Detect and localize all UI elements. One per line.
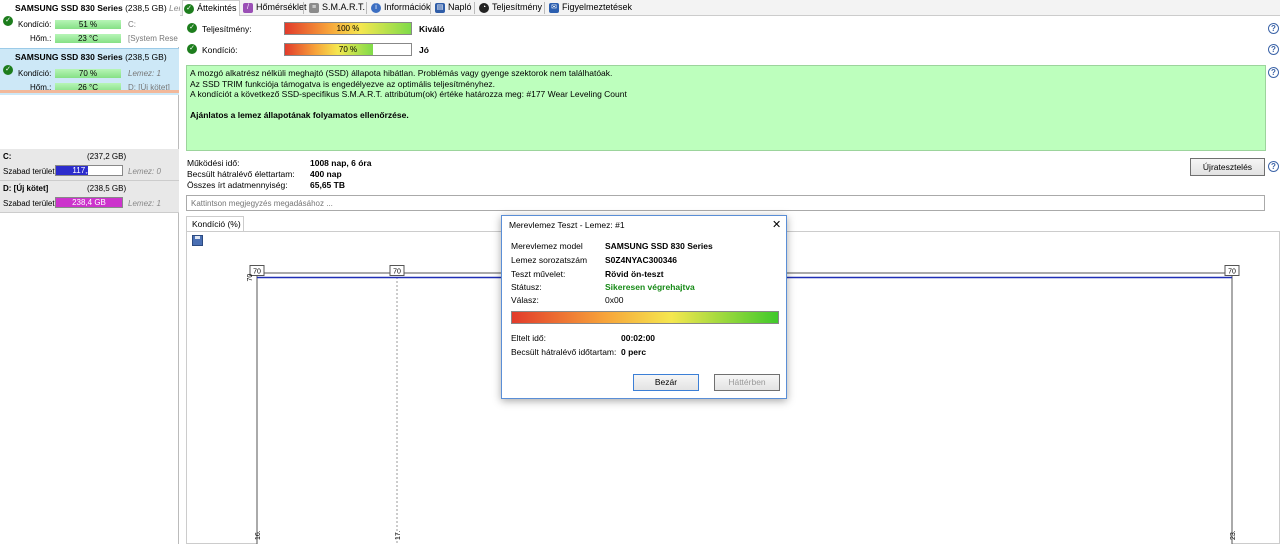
tab-warnings[interactable]: ✉ Figyelmeztetések — [548, 0, 632, 16]
info-line: Az SSD TRIM funkciója támogatva is enged… — [190, 78, 496, 89]
point-label: 70 — [393, 269, 401, 276]
note-input[interactable] — [186, 195, 1265, 211]
disk-panel: SAMSUNG SSD 830 Series (238,5 GB) Lemez … — [0, 0, 195, 544]
tab-condition-chart[interactable]: Kondíció (%) — [186, 216, 244, 232]
volume-capacity: (237,2 GB) — [87, 152, 127, 161]
condition-label: Kondíció: — [18, 20, 52, 29]
x-tick-label: 17. — [395, 530, 402, 540]
model-value: SAMSUNG SSD 830 Series — [605, 241, 713, 251]
volume-disk: Lemez: 0 — [128, 167, 161, 176]
disk-volume-note: [System Rese — [128, 34, 178, 43]
status-value: Sikeresen végrehajtva — [605, 282, 695, 292]
performance-label: Teljesítmény: — [202, 24, 252, 34]
written-label: Összes írt adatmennyiség: — [187, 180, 288, 190]
free-space-bar: 117,2 GB — [55, 165, 123, 176]
serial-label: Lemez sorozatszám — [511, 255, 588, 265]
lifetime-value: 400 nap — [310, 169, 342, 179]
recommendation: Ajánlatos a lemez állapotának folyamatos… — [190, 109, 409, 120]
tab-log[interactable]: ▤ Napló — [434, 0, 472, 16]
log-icon: ▤ — [435, 3, 445, 13]
thermometer-icon: / — [243, 3, 253, 13]
self-test-dialog: Merevlemez Teszt - Lemez: #1 ✕ Merevleme… — [501, 215, 787, 399]
disk-item-1[interactable]: SAMSUNG SSD 830 Series (238,5 GB) ✓ Kond… — [0, 48, 179, 95]
uptime-label: Működési idő: — [187, 158, 240, 168]
info-icon: i — [371, 3, 381, 13]
remaining-value: 0 perc — [621, 347, 647, 357]
volume-d[interactable]: D: [Új kötet] (238,5 GB) Szabad terület … — [0, 181, 179, 213]
volume-capacity: (238,5 GB) — [87, 184, 127, 193]
response-label: Válasz: — [511, 295, 539, 305]
elapsed-value: 00:02:00 — [621, 333, 656, 343]
disk-title: SAMSUNG SSD 830 Series (238,5 GB) — [15, 52, 167, 62]
free-space-label: Szabad terület — [3, 167, 55, 176]
free-space-bar: 238,4 GB — [55, 197, 123, 208]
disk-title: SAMSUNG SSD 830 Series (238,5 GB) Lemez — [15, 3, 195, 13]
background-button[interactable]: Háttérben — [714, 374, 780, 391]
written-value: 65,65 TB — [310, 180, 345, 190]
ok-check-icon: ✓ — [187, 23, 197, 33]
condition-bar: 70 % — [55, 69, 121, 78]
disk-volume-note: C: — [128, 20, 136, 29]
tab-bar: ✓ Áttekintés / Hőmérséklet ≡ S.M.A.R.T. i In… — [180, 0, 1280, 16]
elapsed-label: Eltelt idő: — [511, 333, 546, 343]
ok-check-icon: ✓ — [3, 16, 13, 26]
info-line: A mozgó alkatrész nélküli meghajtó (SSD)… — [190, 68, 613, 78]
disk-item-0[interactable]: SAMSUNG SSD 830 Series (238,5 GB) Lemez … — [0, 0, 195, 47]
tab-temperature[interactable]: / Hőmérséklet — [242, 0, 307, 16]
help-icon[interactable]: ? — [1268, 23, 1279, 34]
check-icon: ✓ — [184, 4, 194, 14]
disk-number-note: Lemez: 1 — [128, 69, 161, 78]
close-button[interactable]: Bezár — [633, 374, 699, 391]
test-label: Teszt művelet: — [511, 269, 566, 279]
help-icon[interactable]: ? — [1268, 44, 1279, 55]
condition-bar: 51 % — [55, 20, 121, 29]
performance-rating: Kiváló — [419, 24, 445, 34]
point-label: 70 — [253, 269, 261, 276]
status-label: Státusz: — [511, 282, 542, 292]
point-label: 70 — [1228, 269, 1236, 276]
tab-performance[interactable]: ◔ Teljesítmény — [478, 0, 542, 16]
lifetime-label: Becsült hátralévő élettartam: — [187, 169, 295, 179]
chip-icon: ≡ — [309, 3, 319, 13]
ok-check-icon: ✓ — [187, 44, 197, 54]
temp-label: Hőm.: — [30, 34, 52, 43]
condition-bar: 70 % — [284, 43, 412, 56]
test-value: Rövid ön-teszt — [605, 269, 664, 279]
temp-bar: 23 °C — [55, 34, 121, 43]
condition-label: Kondíció: — [202, 45, 238, 55]
remaining-label: Becsült hátralévő időtartam: — [511, 347, 617, 357]
disk-divider — [0, 90, 179, 93]
x-tick-label: 23. — [1230, 530, 1237, 540]
volume-disk: Lemez: 1 — [128, 199, 161, 208]
response-value: 0x00 — [605, 295, 624, 305]
model-label: Merevlemez model — [511, 241, 583, 251]
serial-value: S0Z4NYAC300346 — [605, 255, 677, 265]
ok-check-icon: ✓ — [3, 65, 13, 75]
close-icon[interactable]: ✕ — [772, 218, 781, 231]
condition-rating: Jó — [419, 45, 429, 55]
tab-information[interactable]: i Információk — [370, 0, 431, 16]
volume-name: C: — [3, 152, 12, 161]
test-progress-bar — [511, 311, 779, 324]
performance-bar: 100 % — [284, 22, 412, 35]
retest-button[interactable]: Újratesztelés — [1190, 158, 1265, 176]
status-description: A mozgó alkatrész nélküli meghajtó (SSD)… — [186, 65, 1266, 151]
dialog-title: Merevlemez Teszt - Lemez: #1 — [509, 220, 625, 230]
x-tick-label: 16. — [255, 530, 262, 540]
free-space-label: Szabad terület — [3, 199, 55, 208]
gauge-icon: ◔ — [479, 3, 489, 13]
help-icon[interactable]: ? — [1268, 161, 1279, 172]
tab-smart[interactable]: ≡ S.M.A.R.T. — [308, 0, 365, 16]
mail-icon: ✉ — [549, 3, 559, 13]
help-icon[interactable]: ? — [1268, 67, 1279, 78]
volume-name: D: [Új kötet] — [3, 184, 49, 193]
y-tick-label: 70 — [247, 274, 254, 282]
condition-label: Kondíció: — [18, 69, 52, 78]
info-line: A kondíciót a következő SSD-specifikus S… — [190, 89, 627, 99]
volume-c[interactable]: C: (237,2 GB) Szabad terület 117,2 GB Le… — [0, 149, 179, 181]
tab-overview[interactable]: ✓ Áttekintés — [182, 0, 240, 16]
uptime-value: 1008 nap, 6 óra — [310, 158, 372, 168]
